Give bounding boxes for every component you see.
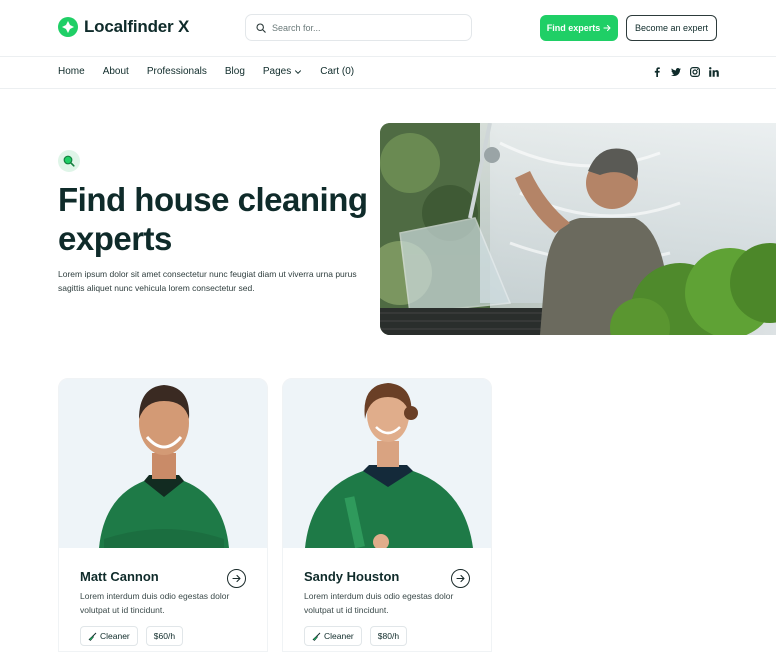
expert-description: Lorem interdum duis odio egestas dolor v… <box>304 591 454 615</box>
nav-pages-label: Pages <box>262 66 292 77</box>
nav-cart[interactable]: Cart (0) <box>320 66 354 77</box>
category-tag: Cleaner <box>80 626 138 646</box>
social-links <box>652 67 719 77</box>
logo[interactable]: Localfinder X <box>58 17 189 37</box>
nav-about[interactable]: About <box>103 66 129 77</box>
expert-photo <box>283 379 491 548</box>
header: Localfinder X Find experts Become an exp… <box>0 0 776 57</box>
twitter-icon[interactable] <box>671 67 681 77</box>
arrow-right-icon <box>456 574 465 583</box>
chevron-down-icon <box>295 69 302 74</box>
nav-professionals[interactable]: Professionals <box>147 66 207 77</box>
nav-pages[interactable]: Pages <box>263 66 302 77</box>
category-label: Cleaner <box>100 631 130 641</box>
find-experts-label: Find experts <box>546 23 601 33</box>
logo-icon <box>58 17 78 37</box>
linkedin-icon[interactable] <box>709 67 719 77</box>
view-expert-button[interactable] <box>227 569 246 588</box>
expert-photo <box>59 379 267 548</box>
broom-icon <box>312 632 321 641</box>
find-experts-button[interactable]: Find experts <box>540 15 618 41</box>
expert-name: Matt Cannon <box>80 569 159 584</box>
expert-name: Sandy Houston <box>304 569 400 584</box>
price-tag: $60/h <box>145 626 184 646</box>
facebook-icon[interactable] <box>652 67 662 77</box>
nav-blog[interactable]: Blog <box>225 66 245 77</box>
arrow-right-icon <box>232 574 241 583</box>
broom-icon <box>88 632 97 641</box>
nav-home[interactable]: Home <box>58 66 85 77</box>
search-box[interactable] <box>245 14 472 41</box>
expert-card[interactable]: Sandy Houston Lorem interdum duis odio e… <box>282 378 492 652</box>
search-icon <box>63 155 75 167</box>
hero-image <box>380 123 776 335</box>
expert-card[interactable]: Matt Cannon Lorem interdum duis odio ege… <box>58 378 268 652</box>
main-nav: Home About Professionals Blog Pages Cart… <box>0 57 776 89</box>
search-badge <box>58 150 80 172</box>
search-input[interactable] <box>272 22 452 33</box>
become-expert-button[interactable]: Become an expert <box>626 15 717 41</box>
instagram-icon[interactable] <box>690 67 700 77</box>
hero-title: Find house cleaning experts <box>58 181 368 257</box>
brand-name: Localfinder X <box>84 17 190 36</box>
hero-description: Lorem ipsum dolor sit amet consectetur n… <box>58 269 357 293</box>
price-tag: $80/h <box>369 626 408 646</box>
view-expert-button[interactable] <box>451 569 470 588</box>
category-tag: Cleaner <box>304 626 362 646</box>
arrow-right-icon <box>603 24 611 32</box>
category-label: Cleaner <box>324 631 354 641</box>
expert-description: Lorem interdum duis odio egestas dolor v… <box>80 591 230 615</box>
search-icon <box>256 22 266 33</box>
